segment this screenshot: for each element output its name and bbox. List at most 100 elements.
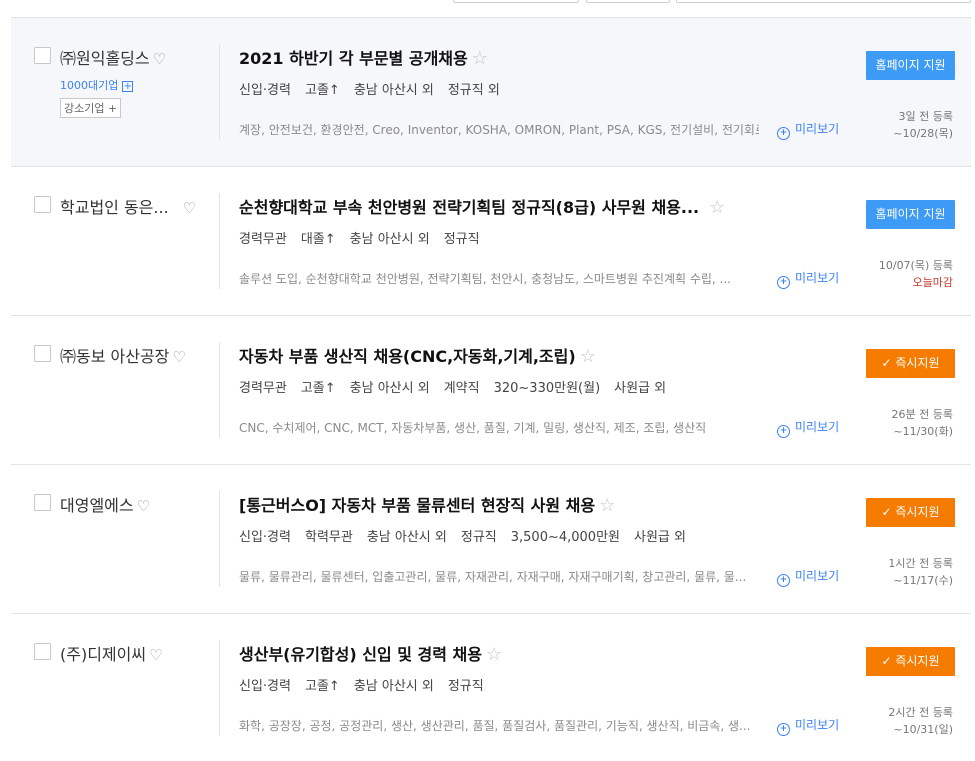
filter-select-2[interactable] (586, 0, 670, 3)
company-name[interactable]: 대영엘에스 ♡ (60, 492, 210, 516)
condition-location: 충남 아산시 외 (353, 83, 434, 98)
badge-1000-enterprise[interactable]: 1000대기업 + (60, 77, 134, 93)
condition-career: 신입·경력 (239, 83, 291, 98)
company-name[interactable]: ㈜원익홀딩스 ♡ (60, 45, 210, 69)
preview-link[interactable]: + 미리보기 (777, 269, 839, 289)
job-title-text[interactable]: 자동차 부품 생산직 채용(CNC,자동화,기계,조립) (239, 347, 576, 366)
zoom-in-icon: + (777, 127, 790, 140)
company-label[interactable]: 대영엘에스 (60, 496, 134, 515)
heart-icon[interactable]: ♡ (137, 497, 150, 515)
deadline: ~11/17(수) (893, 574, 953, 587)
job-row[interactable]: ㈜동보 아산공장 ♡ 자동차 부품 생산직 채용(CNC,자동화,기계,조립) ☆ … (11, 316, 971, 465)
job-title-text[interactable]: 순천향대학교 부속 천안병원 전략기획팀 정규직(8급) 사무원 채용... (239, 198, 699, 217)
preview-link[interactable]: + 미리보기 (777, 716, 839, 736)
star-icon[interactable]: ☆ (580, 346, 596, 367)
condition-salary: 3,500~4,000만원 (510, 530, 620, 545)
job-title[interactable]: [통근버스O] 자동차 부품 물류센터 현장직 사원 채용 ☆ (239, 492, 759, 516)
company-name[interactable]: 학교법인 동은... ♡ (60, 194, 212, 218)
badge-strong-small-enterprise[interactable]: 강소기업 + (60, 98, 122, 118)
filter-select-1[interactable] (453, 0, 579, 3)
job-title-text[interactable]: [통근버스O] 자동차 부품 물류센터 현장직 사원 채용 (239, 496, 595, 515)
job-keywords: 화학, 공장장, 공정, 공정관리, 생산, 생산관리, 품질, 품질검사, 품… (239, 719, 751, 733)
company-name[interactable]: (주)디제이씨 ♡ (60, 641, 210, 665)
job-title[interactable]: 자동차 부품 생산직 채용(CNC,자동화,기계,조립) ☆ (239, 343, 759, 367)
job-list-page: ㈜원익홀딩스 ♡ 1000대기업 + 강소기업 + 2021 하반기 각 부문별 공… (0, 0, 975, 761)
heart-icon[interactable]: ♡ (172, 348, 185, 366)
company-label[interactable]: (주)디제이씨 (60, 645, 146, 664)
divider (219, 193, 220, 289)
filter-select-3[interactable] (676, 0, 971, 3)
job-row[interactable]: ㈜원익홀딩스 ♡ 1000대기업 + 강소기업 + 2021 하반기 각 부문별 공… (11, 18, 971, 167)
divider (219, 491, 220, 587)
preview-link[interactable]: + 미리보기 (777, 567, 839, 587)
company-name[interactable]: ㈜동보 아산공장 ♡ (60, 343, 210, 367)
heart-icon[interactable]: ♡ (149, 646, 162, 664)
registered-time: 1시간 전 등록 (888, 557, 953, 570)
preview-link[interactable]: + 미리보기 (777, 120, 839, 140)
row-checkbox[interactable] (34, 196, 51, 213)
job-title[interactable]: 2021 하반기 각 부문별 공개채용 ☆ (239, 45, 759, 69)
condition-employment-type: 계약직 (443, 381, 480, 396)
job-conditions: 신입·경력 고졸↑ 충남 아산시 외 정규직 외 (239, 79, 514, 98)
condition-employment-type: 정규직 (460, 530, 497, 545)
heart-icon[interactable]: ♡ (183, 199, 196, 217)
deadline: ~11/30(화) (893, 425, 953, 438)
registered-time: 3일 전 등록 (898, 110, 953, 123)
job-row[interactable]: 대영엘에스 ♡ [통근버스O] 자동차 부품 물류센터 현장직 사원 채용 ☆ 신입… (11, 465, 971, 614)
star-icon[interactable]: ☆ (472, 48, 488, 69)
divider (219, 44, 220, 140)
condition-education: 고졸↑ (300, 381, 336, 396)
job-conditions: 신입·경력 학력무관 충남 아산시 외 정규직 3,500~4,000만원 사원급 외 (239, 526, 700, 545)
condition-education: 고졸↑ (304, 679, 340, 694)
condition-education: 대졸↑ (300, 232, 336, 247)
job-keywords: 물류, 물류관리, 물류센터, 입출고관리, 물류, 자재관리, 자재구매, 자… (239, 570, 747, 584)
preview-link[interactable]: + 미리보기 (777, 418, 839, 438)
instant-apply-button[interactable]: ✓ 즉시지원 (866, 498, 955, 527)
job-row[interactable]: 학교법인 동은... ♡ 순천향대학교 부속 천안병원 전략기획팀 정규직(8급)… (11, 167, 971, 316)
star-icon[interactable]: ☆ (486, 644, 502, 665)
condition-location: 충남 아산시 외 (349, 232, 430, 247)
job-conditions: 경력무관 고졸↑ 충남 아산시 외 계약직 320~330만원(월) 사원급 외 (239, 377, 680, 396)
star-icon[interactable]: ☆ (709, 197, 725, 218)
job-title[interactable]: 순천향대학교 부속 천안병원 전략기획팀 정규직(8급) 사무원 채용... ☆ (239, 194, 759, 218)
star-icon[interactable]: ☆ (599, 495, 615, 516)
condition-position: 사원급 외 (614, 381, 667, 396)
homepage-apply-button[interactable]: 홈페이지 지원 (866, 51, 955, 80)
row-checkbox[interactable] (34, 47, 51, 64)
job-row[interactable]: (주)디제이씨 ♡ 생산부(유기합성) 신입 및 경력 채용 ☆ 신입·경력 고졸↑ 충… (11, 614, 971, 761)
condition-employment-type: 정규직 (443, 232, 480, 247)
condition-career: 경력무관 (239, 381, 287, 396)
condition-career: 신입·경력 (239, 530, 291, 545)
job-keywords: CNC, 수치제어, CNC, MCT, 자동차부품, 생산, 품질, 기계, … (239, 421, 707, 435)
row-checkbox[interactable] (34, 494, 51, 511)
plus-icon: + (122, 81, 134, 92)
condition-career: 경력무관 (239, 232, 287, 247)
registered-time: 2시간 전 등록 (888, 706, 953, 719)
divider (219, 342, 220, 438)
instant-apply-button[interactable]: ✓ 즉시지원 (866, 647, 955, 676)
job-keywords: 계장, 안전보건, 환경안전, Creo, Inventor, KOSHA, O… (239, 123, 759, 137)
condition-location: 충남 아산시 외 (366, 530, 447, 545)
company-label[interactable]: 학교법인 동은... (60, 198, 169, 217)
company-label[interactable]: ㈜동보 아산공장 (60, 347, 169, 366)
deadline: ~10/28(목) (893, 127, 953, 140)
job-title[interactable]: 생산부(유기합성) 신입 및 경력 채용 ☆ (239, 641, 759, 665)
zoom-in-icon: + (777, 276, 790, 289)
row-checkbox[interactable] (34, 643, 51, 660)
condition-location: 충남 아산시 외 (353, 679, 434, 694)
company-label[interactable]: ㈜원익홀딩스 (60, 49, 150, 68)
instant-apply-button[interactable]: ✓ 즉시지원 (866, 349, 955, 378)
job-title-text[interactable]: 생산부(유기합성) 신입 및 경력 채용 (239, 645, 482, 664)
condition-employment-type: 정규직 (447, 679, 484, 694)
heart-icon[interactable]: ♡ (153, 50, 166, 68)
homepage-apply-button[interactable]: 홈페이지 지원 (866, 200, 955, 229)
registered-time: 10/07(목) 등록 (878, 259, 953, 272)
condition-employment-type: 정규직 외 (447, 83, 500, 98)
job-title-text[interactable]: 2021 하반기 각 부문별 공개채용 (239, 49, 468, 68)
condition-location: 충남 아산시 외 (349, 381, 430, 396)
condition-education: 학력무관 (304, 530, 353, 545)
top-filter-strip (0, 0, 975, 3)
condition-salary: 320~330만원(월) (493, 381, 601, 396)
registered-time: 26분 전 등록 (891, 408, 953, 421)
row-checkbox[interactable] (34, 345, 51, 362)
